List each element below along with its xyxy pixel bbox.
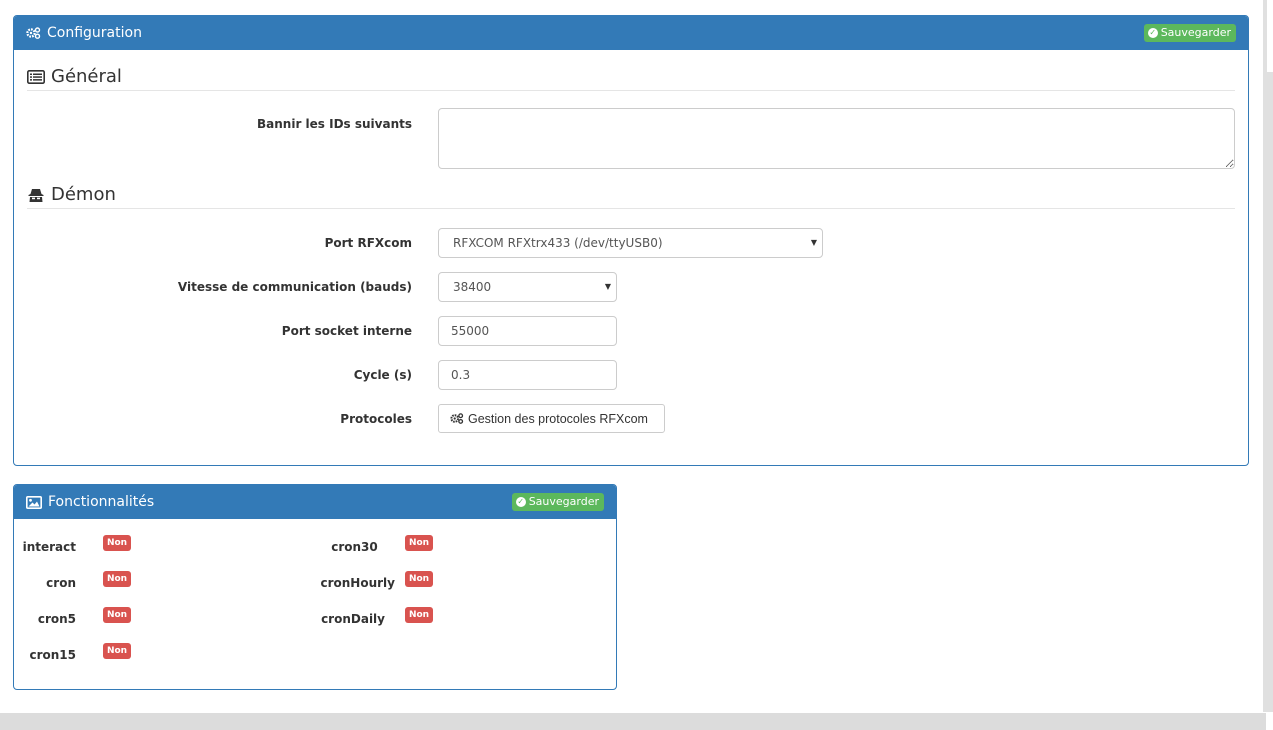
picture-icon [26,495,42,509]
configuration-panel: Configuration ✓ Sauvegarder Général Bann… [13,15,1249,466]
scrollbar-gap [1267,0,1273,72]
list-alt-icon [27,69,45,84]
feature-status-badge: Non [405,571,433,587]
general-legend: Général [27,66,1235,91]
speed-select[interactable]: 38400 ▼ [438,272,617,302]
feature-label: cron30 [331,540,378,554]
socket-port-value: 55000 [451,324,490,338]
check-circle-icon: ✓ [515,496,526,507]
gears-icon [450,413,464,424]
feature-status-badge: Non [103,571,131,587]
gears-icon [26,27,41,39]
configuration-title-text: Configuration [47,25,142,41]
feature-label: cron15 [29,648,76,662]
vertical-scrollbar[interactable] [1263,0,1273,712]
features-save-button[interactable]: ✓ Sauvegarder [511,493,604,511]
features-panel: Fonctionnalités ✓ Sauvegarder interact N… [13,484,617,690]
socket-port-label: Port socket interne [281,324,412,338]
feature-label: cron5 [37,612,76,626]
features-panel-heading: Fonctionnalités ✓ Sauvegarder [14,485,616,519]
manage-protocols-button[interactable]: Gestion des protocoles RFXcom [438,404,665,433]
caret-down-icon: ▼ [604,282,611,292]
cycle-label: Cycle (s) [353,368,412,382]
socket-port-input[interactable]: 55000 [438,316,617,346]
feature-label: cronDaily [321,612,385,626]
feature-label: cron [46,576,76,590]
feature-status-badge: Non [405,535,433,551]
ban-ids-label: Bannir les IDs suivants [257,117,412,131]
cycle-input[interactable]: 0.3 [438,360,617,390]
feature-status-badge: Non [405,607,433,623]
port-rfxcom-label: Port RFXcom [324,236,412,250]
features-title-text: Fonctionnalités [48,494,155,510]
feature-status-badge: Non [103,535,131,551]
general-legend-text: Général [51,66,122,87]
save-label: Sauvegarder [528,495,599,508]
manage-protocols-label: Gestion des protocoles RFXcom [468,411,648,426]
features-title: Fonctionnalités [26,494,154,510]
configuration-title: Configuration [26,25,142,41]
feature-status-badge: Non [103,607,131,623]
configuration-save-button[interactable]: ✓ Sauvegarder [1143,24,1236,42]
cycle-value: 0.3 [451,368,471,382]
user-secret-icon [28,188,44,202]
speed-label: Vitesse de communication (bauds) [177,280,412,294]
feature-status-badge: Non [103,643,131,659]
port-rfxcom-value: RFXCOM RFXtrx433 (/dev/ttyUSB0) [453,236,663,250]
feature-label: interact [22,540,76,554]
protocols-label: Protocoles [340,412,412,426]
horizontal-scrollbar[interactable] [0,713,1266,730]
port-rfxcom-select[interactable]: RFXCOM RFXtrx433 (/dev/ttyUSB0) ▼ [438,228,823,258]
daemon-legend: Démon [27,184,1235,209]
caret-down-icon: ▼ [810,238,817,248]
check-circle-icon: ✓ [1147,27,1158,38]
feature-label: cronHourly [320,576,395,590]
save-label: Sauvegarder [1160,26,1231,39]
configuration-panel-heading: Configuration ✓ Sauvegarder [14,16,1248,50]
speed-value: 38400 [453,280,492,294]
daemon-legend-text: Démon [51,184,116,205]
ban-ids-textarea[interactable] [438,108,1235,169]
